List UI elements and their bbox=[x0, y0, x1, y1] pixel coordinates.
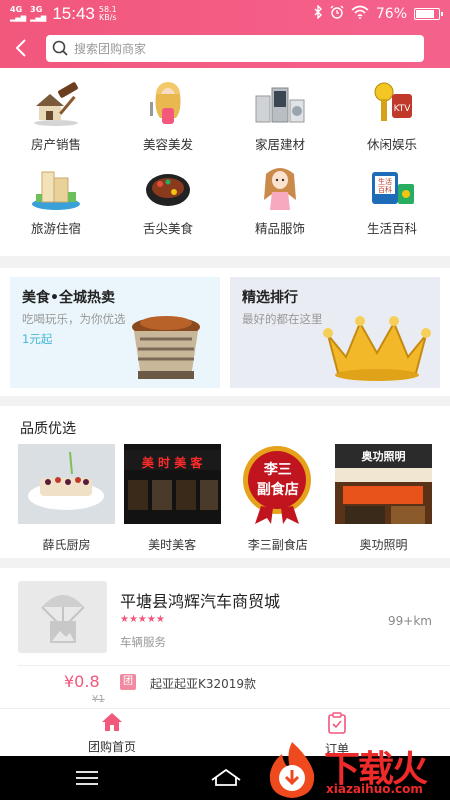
network-speed: 58.1 KB/s bbox=[99, 6, 117, 22]
category-label: 休闲娱乐 bbox=[366, 137, 417, 152]
shop-image-lighting: 奥功照明 bbox=[334, 444, 432, 524]
shop-image-dessert bbox=[18, 444, 115, 524]
deal-listing[interactable]: 平塘县鸿辉汽车商贸城 ★★★★★ 车辆服务 99+km ¥0.8 ¥1 团 起亚… bbox=[0, 568, 450, 708]
watermark-logo: 下载火 xiazaihuo.com bbox=[262, 738, 450, 800]
beauty-woman-icon bbox=[140, 80, 196, 128]
microphone-icon: KTV bbox=[364, 80, 420, 128]
category-beauty[interactable]: 美容美发 bbox=[112, 80, 224, 153]
tab-home-label: 团购首页 bbox=[87, 740, 136, 754]
shop-sign-text: 奥功照明 bbox=[361, 450, 406, 463]
listing-title: 平塘县鸿辉汽车商贸城 bbox=[120, 592, 281, 611]
divider bbox=[18, 665, 450, 666]
top-header: 4G ▂▄▆ 3G ▂▄▆ 15:43 58.1 KB/s 76% 搜索团购商家 bbox=[0, 0, 450, 68]
menu-button[interactable] bbox=[76, 770, 98, 789]
category-label: 家居建材 bbox=[254, 137, 305, 152]
chevron-left-icon bbox=[15, 39, 26, 57]
category-food[interactable]: 舌尖美食 bbox=[112, 164, 224, 237]
category-real-estate[interactable]: 房产销售 bbox=[0, 80, 112, 153]
shop-image-storefront: 美 时 美 客 bbox=[123, 444, 221, 524]
listing-distance: 99+km bbox=[388, 614, 432, 628]
crown-icon bbox=[323, 316, 431, 381]
rating-stars: ★★★★★ bbox=[120, 614, 165, 625]
search-input[interactable]: 搜索团购商家 bbox=[46, 34, 424, 62]
category-label: 房产销售 bbox=[30, 137, 81, 152]
battery-icon bbox=[414, 8, 443, 20]
shop-image-badge: 李三 副食店 bbox=[229, 444, 327, 524]
status-bar: 4G ▂▄▆ 3G ▂▄▆ 15:43 58.1 KB/s 76% bbox=[0, 0, 450, 28]
bluetooth-icon bbox=[313, 4, 323, 23]
network-2-label: 3G bbox=[30, 5, 43, 14]
speed-unit: KB/s bbox=[98, 13, 117, 22]
image-placeholder-icon bbox=[40, 595, 85, 643]
appliances-icon bbox=[252, 80, 308, 128]
promo-section: 美食•全城热卖 吃喝玩乐，为你优选 1元起 精选排行 最好的都在这里 bbox=[0, 268, 450, 396]
quality-heading: 品质优选 bbox=[20, 421, 76, 437]
battery-percent: 76% bbox=[375, 6, 407, 22]
svg-text:KTV: KTV bbox=[394, 104, 412, 114]
watermark-url: xiazaihuo.com bbox=[326, 782, 423, 796]
house-outline-icon bbox=[211, 768, 241, 786]
steak-plate-icon bbox=[140, 164, 196, 212]
alarm-icon bbox=[330, 5, 344, 23]
signal-indicator: 4G ▂▄▆ 3G ▂▄▆ bbox=[10, 5, 47, 23]
search-placeholder: 搜索团购商家 bbox=[74, 41, 147, 56]
flame-logo-icon bbox=[269, 742, 315, 798]
back-button[interactable] bbox=[10, 33, 32, 63]
bbq-grill-image bbox=[132, 316, 200, 379]
shop-card[interactable]: 薛氏厨房 bbox=[18, 444, 115, 553]
tab-home[interactable]: 团购首页 bbox=[67, 712, 157, 755]
life-book-icon: 生活 百科 bbox=[364, 164, 420, 212]
category-life[interactable]: 生活 百科 生活百科 bbox=[336, 164, 448, 237]
svg-text:生活: 生活 bbox=[378, 177, 392, 186]
network-1-label: 4G bbox=[10, 5, 23, 14]
promo-ranking[interactable]: 精选排行 最好的都在这里 bbox=[230, 277, 440, 388]
listing-category: 车辆服务 bbox=[120, 635, 166, 649]
category-label: 旅游住宿 bbox=[30, 221, 81, 236]
home-icon bbox=[102, 713, 122, 731]
search-icon bbox=[52, 40, 68, 56]
home-nav-button[interactable] bbox=[210, 768, 242, 790]
shop-sign-text: 李三 副食店 bbox=[256, 462, 299, 498]
category-label: 舌尖美食 bbox=[142, 221, 193, 236]
shop-sign-text: 美 时 美 客 bbox=[141, 456, 203, 470]
house-gavel-icon bbox=[28, 80, 84, 128]
category-grid: 房产销售 美容美发 家居建材 KTV 休闲娱乐 旅游住宿 舌尖美食 精品服饰 生… bbox=[0, 68, 450, 256]
resort-building-icon bbox=[28, 164, 84, 212]
promo-food-hot[interactable]: 美食•全城热卖 吃喝玩乐，为你优选 1元起 bbox=[10, 277, 220, 388]
shop-name: 薛氏厨房 bbox=[42, 538, 91, 552]
svg-text:百科: 百科 bbox=[378, 185, 392, 194]
fashion-girl-icon bbox=[252, 164, 308, 212]
shop-name: 奥功照明 bbox=[359, 538, 408, 552]
status-time: 15:43 bbox=[52, 4, 95, 23]
promo-title: 精选排行 bbox=[242, 290, 298, 306]
deal-title[interactable]: 起亚起亚K32019款 bbox=[150, 675, 256, 692]
shop-card[interactable]: 美 时 美 客 美时美客 bbox=[123, 444, 221, 553]
shop-card[interactable]: 李三 副食店 李三副食店 bbox=[229, 444, 327, 553]
shop-name: 美时美客 bbox=[148, 538, 197, 552]
category-leisure[interactable]: KTV 休闲娱乐 bbox=[336, 80, 448, 153]
category-label: 美容美发 bbox=[142, 137, 193, 152]
category-home-building[interactable]: 家居建材 bbox=[224, 80, 336, 153]
deal-price: ¥0.8 bbox=[64, 672, 100, 691]
category-travel[interactable]: 旅游住宿 bbox=[0, 164, 112, 237]
shop-card[interactable]: 奥功照明 奥功照明 bbox=[334, 444, 432, 553]
category-label: 生活百科 bbox=[366, 221, 417, 236]
menu-icon bbox=[76, 771, 98, 785]
promo-title: 美食•全城热卖 bbox=[22, 290, 115, 306]
shop-name: 李三副食店 bbox=[247, 538, 308, 552]
group-buy-badge: 团 bbox=[120, 674, 136, 690]
clipboard-check-icon bbox=[328, 712, 346, 734]
category-clothing[interactable]: 精品服饰 bbox=[224, 164, 336, 237]
wifi-icon bbox=[351, 5, 369, 23]
quality-section: 品质优选 薛氏厨房 美 时 美 客 美时美客 李三 副食店 李三副食店 奥功照明… bbox=[0, 406, 450, 558]
category-label: 精品服饰 bbox=[254, 221, 305, 236]
original-price: ¥1 bbox=[92, 694, 105, 705]
listing-thumbnail bbox=[18, 581, 107, 653]
